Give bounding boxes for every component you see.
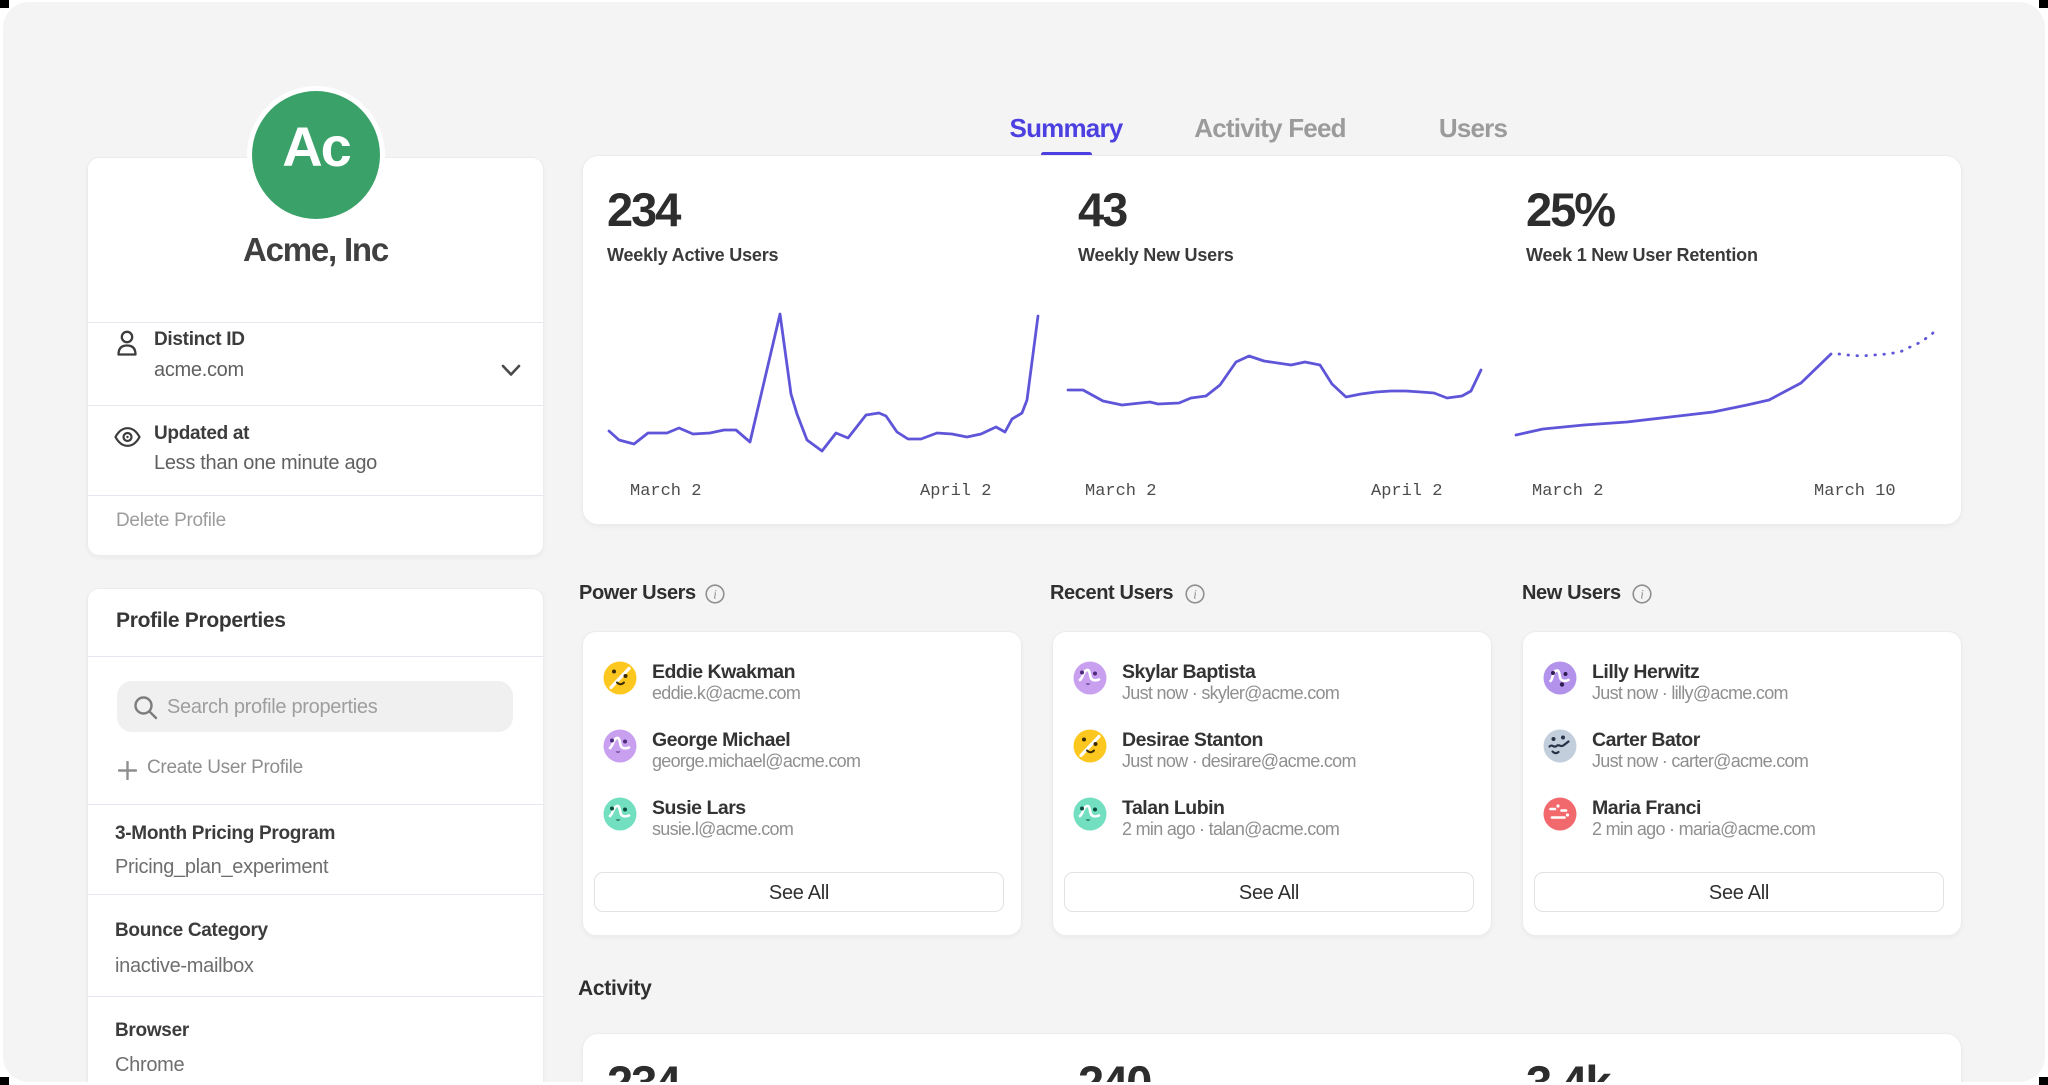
- svg-text:i: i: [1193, 587, 1197, 602]
- svg-text:i: i: [1640, 587, 1644, 602]
- svg-text:i: i: [713, 587, 717, 602]
